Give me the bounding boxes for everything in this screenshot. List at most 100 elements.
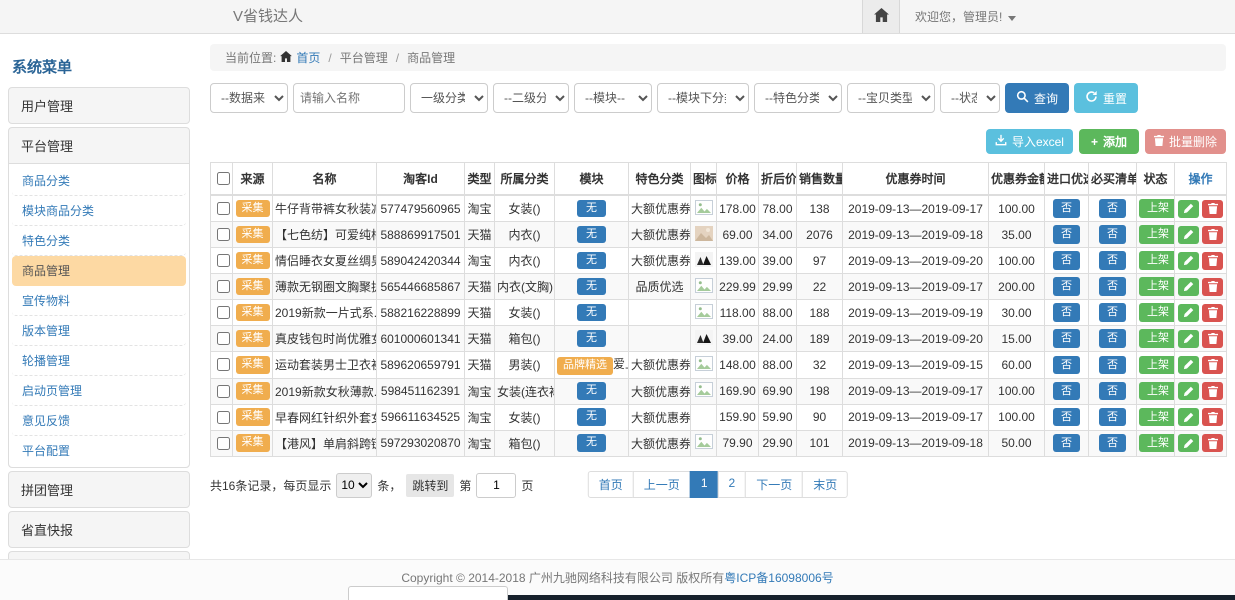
sidebar-item-user-mgmt[interactable]: 用户管理 (9, 88, 189, 123)
filter-select[interactable]: 一级分类 (410, 83, 488, 113)
pager-next[interactable]: 下一页 (745, 471, 803, 498)
status-button[interactable]: 上架 (1139, 408, 1175, 426)
delete-button[interactable] (1202, 200, 1223, 218)
sidebar-subitem[interactable]: 特色分类 (12, 226, 186, 256)
edit-button[interactable] (1178, 434, 1199, 452)
must-buy-button[interactable]: 否 (1099, 434, 1126, 452)
sidebar-subitem[interactable]: 版本管理 (12, 316, 186, 346)
row-checkbox[interactable] (217, 411, 230, 424)
delete-button[interactable] (1202, 356, 1223, 374)
pager-prev[interactable]: 上一页 (633, 471, 691, 498)
sidebar-item-platform-mgmt[interactable]: 平台管理 (9, 128, 189, 163)
edit-button[interactable] (1178, 382, 1199, 400)
delete-button[interactable] (1202, 226, 1223, 244)
row-checkbox[interactable] (217, 358, 230, 371)
edit-button[interactable] (1178, 304, 1199, 322)
status-button[interactable]: 上架 (1139, 225, 1175, 243)
delete-button[interactable] (1202, 330, 1223, 348)
edit-button[interactable] (1178, 408, 1199, 426)
status-button[interactable]: 上架 (1139, 277, 1175, 295)
filter-select[interactable]: --宝贝类型-- (847, 83, 935, 113)
edit-button[interactable] (1178, 252, 1199, 270)
sidebar-subitem[interactable]: 平台配置 (12, 436, 186, 465)
row-checkbox[interactable] (217, 280, 230, 293)
name-search-input[interactable] (293, 83, 405, 113)
edit-button[interactable] (1178, 200, 1199, 218)
import-select-button[interactable]: 否 (1053, 382, 1080, 400)
import-select-button[interactable]: 否 (1053, 251, 1080, 269)
sidebar-subitem[interactable]: 意见反馈 (12, 406, 186, 436)
import-select-button[interactable]: 否 (1053, 434, 1080, 452)
sidebar-subitem[interactable]: 商品分类 (12, 166, 186, 196)
add-button[interactable]: + 添加 (1079, 129, 1139, 154)
status-button[interactable]: 上架 (1139, 303, 1175, 321)
batch-delete-button[interactable]: 批量删除 (1145, 129, 1226, 154)
sidebar-item[interactable]: 省直快报 (9, 512, 189, 547)
row-checkbox[interactable] (217, 306, 230, 319)
must-buy-button[interactable]: 否 (1099, 356, 1126, 374)
breadcrumb-home-link[interactable]: 首页 (296, 49, 320, 66)
import-excel-button[interactable]: 导入excel (986, 129, 1073, 154)
must-buy-button[interactable]: 否 (1099, 329, 1126, 347)
row-checkbox[interactable] (217, 332, 230, 345)
delete-button[interactable] (1202, 434, 1223, 452)
icp-link[interactable]: 粤ICP备16098006号 (724, 571, 833, 585)
sidebar-item[interactable]: 拼团管理 (9, 472, 189, 507)
import-select-button[interactable]: 否 (1053, 356, 1080, 374)
row-checkbox[interactable] (217, 202, 230, 215)
status-button[interactable]: 上架 (1139, 356, 1175, 374)
filter-select[interactable]: --二级分类-- (493, 83, 569, 113)
pager-page[interactable]: 1 (690, 471, 719, 498)
must-buy-button[interactable]: 否 (1099, 408, 1126, 426)
sidebar-subitem[interactable]: 模块商品分类 (12, 196, 186, 226)
data-source-select[interactable]: --数据来源-- (210, 83, 288, 113)
filter-select[interactable]: --模块下分类-- (657, 83, 749, 113)
select-all-checkbox[interactable] (217, 172, 230, 185)
delete-button[interactable] (1202, 382, 1223, 400)
status-button[interactable]: 上架 (1139, 251, 1175, 269)
delete-button[interactable] (1202, 252, 1223, 270)
pager-first[interactable]: 首页 (588, 471, 634, 498)
delete-button[interactable] (1202, 408, 1223, 426)
edit-button[interactable] (1178, 356, 1199, 374)
sidebar-subitem[interactable]: 商品管理 (12, 256, 186, 286)
status-button[interactable]: 上架 (1139, 329, 1175, 347)
status-button[interactable]: 上架 (1139, 382, 1175, 400)
sidebar-subitem[interactable]: 宣传物料 (12, 286, 186, 316)
page-size-select[interactable]: 10 (336, 473, 372, 498)
status-button[interactable]: 上架 (1139, 434, 1175, 452)
jump-button[interactable]: 跳转到 (406, 474, 454, 497)
filter-select[interactable]: --特色分类-- (754, 83, 842, 113)
status-button[interactable]: 上架 (1139, 199, 1175, 217)
import-select-button[interactable]: 否 (1053, 199, 1080, 217)
pager-page[interactable]: 2 (718, 471, 747, 498)
reset-button[interactable]: 重置 (1074, 83, 1138, 113)
must-buy-button[interactable]: 否 (1099, 277, 1126, 295)
page-number-input[interactable] (476, 473, 516, 498)
user-menu[interactable]: 欢迎您，管理员! (900, 0, 1031, 33)
pager-last[interactable]: 末页 (802, 471, 848, 498)
must-buy-button[interactable]: 否 (1099, 225, 1126, 243)
filter-select[interactable]: --状态-- (940, 83, 1000, 113)
must-buy-button[interactable]: 否 (1099, 251, 1126, 269)
filter-select[interactable]: --模块-- (574, 83, 652, 113)
import-select-button[interactable]: 否 (1053, 329, 1080, 347)
must-buy-button[interactable]: 否 (1099, 303, 1126, 321)
import-select-button[interactable]: 否 (1053, 303, 1080, 321)
edit-button[interactable] (1178, 226, 1199, 244)
sidebar-subitem[interactable]: 轮播管理 (12, 346, 186, 376)
import-select-button[interactable]: 否 (1053, 277, 1080, 295)
row-checkbox[interactable] (217, 228, 230, 241)
sidebar-subitem[interactable]: 启动页管理 (12, 376, 186, 406)
delete-button[interactable] (1202, 278, 1223, 296)
row-checkbox[interactable] (217, 437, 230, 450)
row-checkbox[interactable] (217, 385, 230, 398)
delete-button[interactable] (1202, 304, 1223, 322)
import-select-button[interactable]: 否 (1053, 225, 1080, 243)
import-select-button[interactable]: 否 (1053, 408, 1080, 426)
row-checkbox[interactable] (217, 254, 230, 267)
edit-button[interactable] (1178, 330, 1199, 348)
must-buy-button[interactable]: 否 (1099, 382, 1126, 400)
query-button[interactable]: 查询 (1005, 83, 1069, 113)
must-buy-button[interactable]: 否 (1099, 199, 1126, 217)
